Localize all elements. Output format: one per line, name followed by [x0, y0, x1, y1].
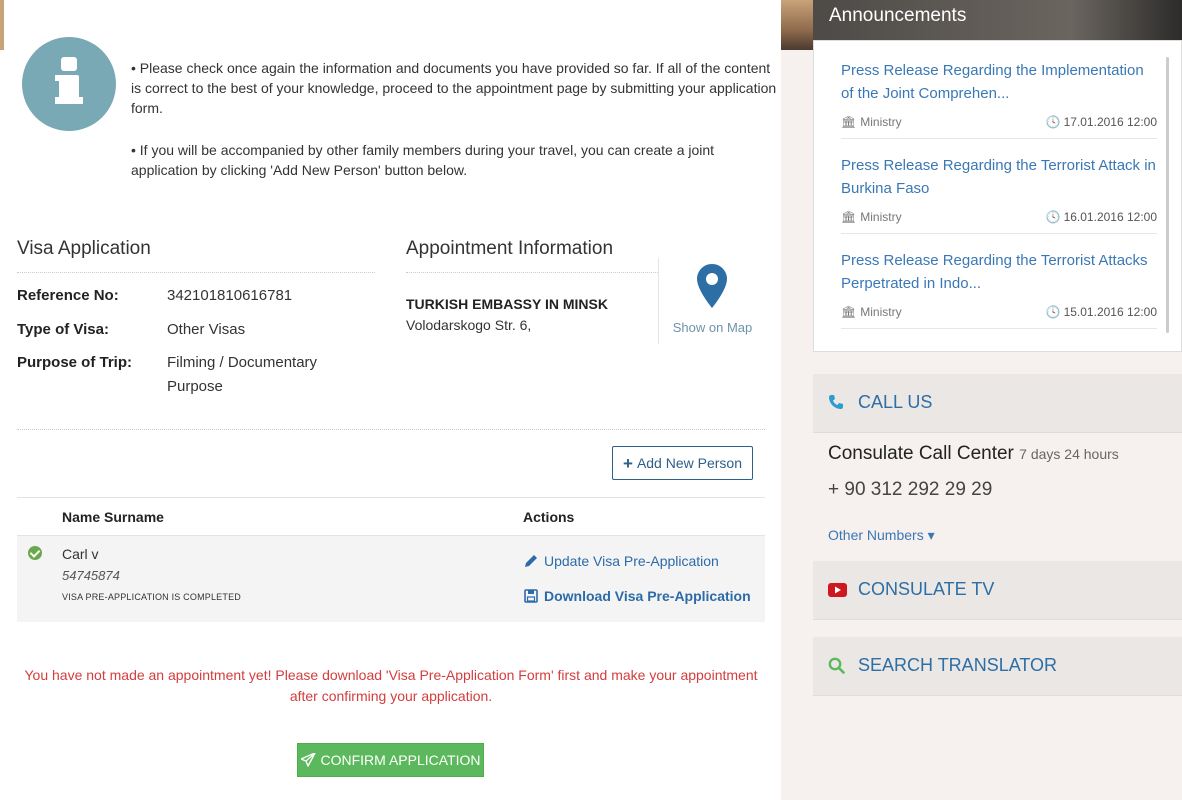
info-icon — [22, 37, 116, 131]
visa-section-title: Visa Application — [17, 238, 151, 259]
info-note-joint: • If you will be accompanied by other fa… — [131, 142, 715, 178]
paper-plane-icon — [300, 753, 316, 767]
announcements-list[interactable]: Press Release Regarding the Implementati… — [813, 40, 1182, 352]
reference-value: 342101810616781 — [167, 287, 293, 304]
announcement-source: 🏛 Ministry — [841, 115, 902, 129]
confirm-application-button[interactable]: CONFIRM APPLICATION — [297, 743, 484, 777]
header-accent — [0, 0, 4, 50]
pencil-icon — [525, 555, 537, 567]
other-numbers-dropdown[interactable]: Other Numbers ▾ — [828, 527, 935, 544]
main-content: • Please check once again the informatio… — [0, 0, 781, 800]
update-pre-application-link[interactable]: Update Visa Pre-Application — [524, 553, 719, 569]
info-note-review: • Please check once again the informatio… — [131, 60, 777, 116]
phone-icon — [829, 395, 843, 409]
call-center-hours: 7 days 24 hours — [1019, 446, 1119, 462]
applicants-table-header: Name Surname Actions — [17, 497, 765, 536]
announcement-date: 🕓 17.01.2016 12:00 — [1045, 115, 1157, 129]
appointment-title-divider — [406, 272, 658, 273]
applicant-id: 54745874 — [62, 568, 120, 583]
info-notes: • Please check once again the informatio… — [131, 58, 781, 202]
confirm-application-label: CONFIRM APPLICATION — [320, 752, 481, 768]
bank-icon: 🏛 — [841, 305, 857, 319]
call-center-title: Consulate Call Center 7 days 24 hours — [828, 443, 1119, 464]
consulate-tv-button[interactable]: CONSULATE TV — [813, 561, 1182, 620]
announcement-date: 🕓 15.01.2016 12:00 — [1045, 305, 1157, 319]
embassy-address: Volodarskogo Str. 6, — [406, 317, 532, 333]
announcements-title: Announcements — [829, 5, 967, 26]
appointment-warning: You have not made an appointment yet! Pl… — [24, 667, 758, 704]
add-new-person-label: Add New Person — [636, 455, 742, 471]
announcements-header: Announcements — [813, 0, 1182, 40]
list-item[interactable]: Press Release Regarding the Terrorist At… — [841, 234, 1157, 329]
embassy-name: TURKISH EMBASSY IN MINSK — [406, 296, 608, 312]
right-sidebar: Announcements Press Release Regarding th… — [781, 0, 1182, 800]
bank-icon: 🏛 — [841, 115, 857, 129]
search-translator-button[interactable]: SEARCH TRANSLATOR — [813, 637, 1182, 696]
add-new-person-button[interactable]: + Add New Person — [612, 446, 753, 480]
call-us-button[interactable]: CALL US — [813, 374, 1182, 433]
floppy-disk-icon — [524, 589, 538, 603]
clock-icon: 🕓 — [1045, 210, 1061, 224]
list-item[interactable]: Press Release Regarding the Implementati… — [841, 44, 1157, 139]
search-translator-label: SEARCH TRANSLATOR — [858, 655, 1058, 675]
clock-icon: 🕓 — [1045, 305, 1061, 319]
call-center-phone: + 90 312 292 29 29 — [828, 479, 993, 500]
announcement-source: 🏛 Ministry — [841, 305, 902, 319]
update-pre-application-label: Update Visa Pre-Application — [544, 553, 719, 569]
list-item[interactable]: Press Release Regarding the Terrorist At… — [841, 139, 1157, 234]
visa-type-value: Other Visas — [167, 321, 246, 338]
map-pin-icon — [697, 264, 727, 313]
download-pre-application-label: Download Visa Pre-Application — [544, 588, 751, 604]
download-pre-application-link[interactable]: Download Visa Pre-Application — [524, 588, 751, 604]
table-row: Carl v 54745874 VISA PRE-APPLICATION IS … — [17, 536, 765, 622]
reference-label: Reference No: — [17, 287, 119, 304]
purpose-label: Purpose of Trip: — [17, 354, 133, 371]
section-divider — [17, 429, 765, 430]
announcements-scrollbar[interactable] — [1166, 57, 1169, 333]
applicant-name: Carl v — [62, 546, 99, 562]
purpose-value: Filming / Documentary Purpose — [167, 354, 318, 395]
header-photo — [781, 0, 817, 50]
announcement-title[interactable]: Press Release Regarding the Implementati… — [841, 59, 1157, 105]
youtube-icon — [828, 583, 847, 597]
plus-icon: + — [623, 453, 633, 473]
search-icon — [828, 657, 845, 674]
visa-type-label: Type of Visa: — [17, 321, 109, 338]
show-on-map-button[interactable]: Show on Map — [658, 258, 765, 344]
call-us-label: CALL US — [858, 392, 933, 412]
clock-icon: 🕓 — [1045, 115, 1061, 129]
appointment-section-title: Appointment Information — [406, 238, 614, 259]
announcement-source: 🏛 Ministry — [841, 210, 902, 224]
announcement-title[interactable]: Press Release Regarding the Terrorist At… — [841, 154, 1157, 200]
applicant-status: VISA PRE-APPLICATION IS COMPLETED — [62, 592, 241, 602]
announcement-title[interactable]: Press Release Regarding the Terrorist At… — [841, 249, 1157, 295]
consulate-tv-label: CONSULATE TV — [858, 579, 995, 599]
visa-title-divider — [17, 272, 375, 273]
bank-icon: 🏛 — [841, 210, 857, 224]
col-name-surname: Name Surname — [62, 509, 164, 525]
caret-down-icon: ▾ — [927, 527, 935, 543]
announcement-date: 🕓 16.01.2016 12:00 — [1045, 210, 1157, 224]
completed-check-icon — [28, 546, 42, 560]
show-on-map-label: Show on Map — [672, 320, 753, 335]
col-actions: Actions — [523, 509, 575, 525]
